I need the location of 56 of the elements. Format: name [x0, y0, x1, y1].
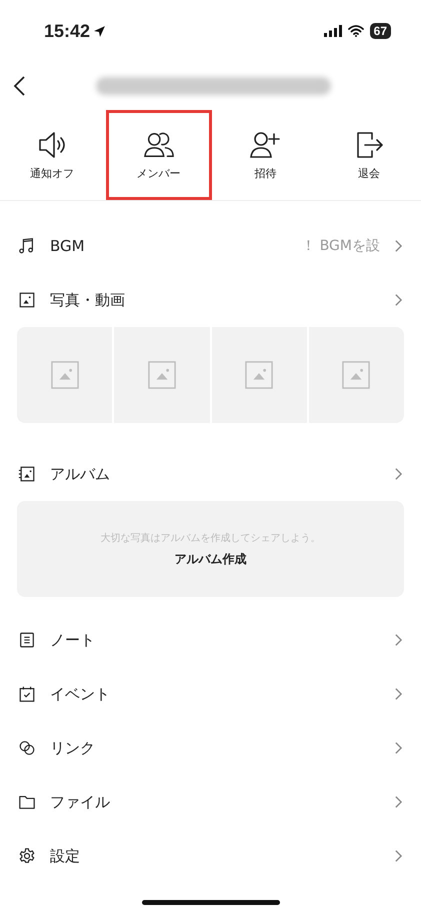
menu-label: ファイル	[50, 792, 111, 812]
settings-icon	[18, 847, 36, 865]
action-button[interactable]: 通知オフ	[2, 110, 102, 200]
menu-row[interactable]: リンク	[0, 721, 421, 775]
image-placeholder[interactable]	[308, 327, 404, 423]
menu-label: 写真・動画	[50, 290, 126, 310]
speaker-icon	[36, 130, 67, 160]
action-button[interactable]: 退会	[319, 110, 419, 200]
exit-icon	[354, 130, 384, 160]
image-placeholder[interactable]	[212, 327, 307, 423]
battery-level: 67	[370, 23, 391, 39]
image-icon	[148, 361, 176, 389]
chevron-right-icon	[394, 687, 403, 701]
menu-row[interactable]: ノート	[0, 613, 421, 667]
people-icon	[144, 130, 174, 160]
menu-row[interactable]: アルバム	[0, 447, 421, 501]
wifi-icon	[348, 25, 364, 37]
image-icon	[18, 291, 36, 309]
add-person-icon	[250, 130, 280, 160]
chevron-right-icon	[394, 795, 403, 809]
menu-label: リンク	[50, 738, 96, 758]
chevron-right-icon	[394, 467, 403, 481]
image-icon	[342, 361, 370, 389]
chevron-right-icon	[394, 849, 403, 863]
chevron-right-icon	[394, 239, 403, 253]
menu-row[interactable]: BGM ！ BGMを設	[0, 219, 421, 273]
album-icon	[18, 465, 36, 483]
location-arrow-icon	[93, 24, 106, 38]
action-button[interactable]: 招待	[216, 110, 316, 200]
menu-row[interactable]: イベント	[0, 667, 421, 721]
chevron-right-icon	[394, 633, 403, 647]
action-button[interactable]: メンバー	[106, 110, 212, 200]
menu-row[interactable]: 設定	[0, 829, 421, 883]
note-icon	[18, 631, 36, 649]
image-placeholder[interactable]	[17, 327, 112, 423]
status-time: 15:42	[44, 20, 90, 42]
image-icon	[245, 361, 274, 389]
menu-label: BGM	[50, 237, 86, 255]
music-note-icon	[18, 237, 36, 255]
chevron-right-icon	[394, 293, 403, 307]
menu-row[interactable]: 写真・動画	[0, 273, 421, 327]
menu-row[interactable]: ファイル	[0, 775, 421, 829]
calendar-icon	[18, 685, 36, 703]
menu-label: イベント	[50, 684, 111, 704]
folder-icon	[18, 793, 36, 811]
menu-label: ノート	[50, 630, 96, 650]
image-icon	[50, 361, 79, 389]
create-album-button[interactable]: アルバム作成	[174, 550, 246, 568]
signal-icon	[324, 25, 342, 37]
bgm-status: ！ BGMを設	[301, 237, 380, 255]
chevron-right-icon	[394, 741, 403, 755]
menu-label: アルバム	[50, 464, 111, 484]
back-icon[interactable]	[12, 75, 26, 97]
image-placeholder[interactable]	[114, 327, 210, 423]
menu-label: 設定	[50, 846, 81, 866]
link-icon	[18, 739, 36, 757]
